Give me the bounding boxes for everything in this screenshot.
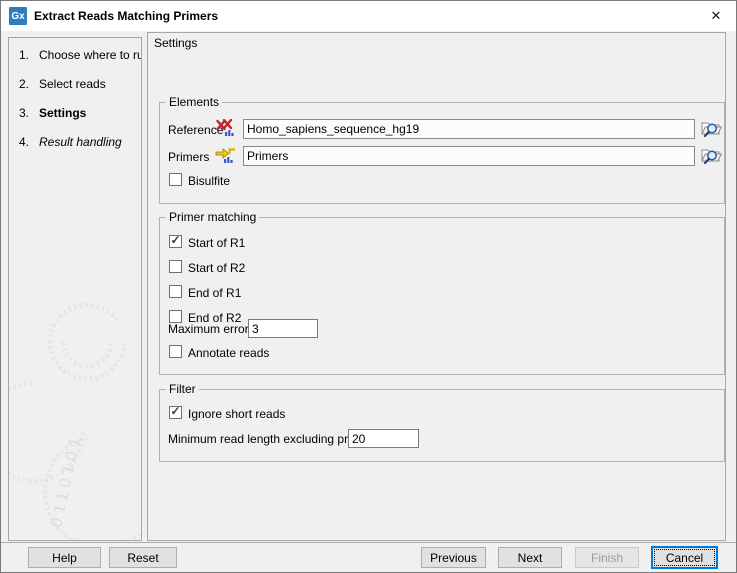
checkbox-mark: ✓ — [170, 233, 181, 247]
previous-button[interactable]: Previous — [421, 547, 486, 568]
annotate-reads-label: Annotate reads — [188, 346, 270, 360]
maximum-errors-label: Maximum errors — [168, 322, 255, 336]
step-number: 1. — [19, 48, 30, 62]
wizard-step-settings-current: 3. Settings — [9, 106, 141, 120]
primers-icon — [215, 148, 235, 163]
window-title: Extract Reads Matching Primers — [34, 9, 219, 23]
primers-input[interactable] — [243, 146, 695, 166]
svg-text:0110101: 0110101 — [48, 431, 85, 529]
cancel-button[interactable]: Cancel — [651, 546, 718, 569]
ignore-short-reads-checkbox[interactable]: ✓ — [169, 404, 182, 419]
step-number: 2. — [19, 77, 30, 91]
reference-sequence-icon — [216, 119, 234, 136]
wizard-steps-sidebar: 1. Choose where to run 2. Select reads 3… — [8, 37, 142, 541]
wizard-step-select-reads: 2. Select reads — [9, 77, 141, 91]
primers-browse-button[interactable] — [699, 145, 723, 165]
folder-search-icon — [701, 149, 722, 165]
primer-matching-group-title: Primer matching — [166, 210, 260, 224]
start-of-r2-label: Start of R2 — [188, 261, 246, 275]
primer-matching-groupbox: Primer matching ✓ Start of R1 Start of R… — [159, 210, 725, 375]
reset-button[interactable]: Reset — [109, 547, 177, 568]
filter-group-title: Filter — [166, 382, 199, 396]
primers-label: Primers — [168, 150, 210, 164]
step-number: 4. — [19, 135, 30, 149]
app-logo-icon: Gx — [9, 7, 27, 25]
end-of-r1-checkbox[interactable] — [169, 285, 182, 298]
settings-panel: Settings Elements Reference Homo_sapiens… — [147, 32, 726, 541]
next-button[interactable]: Next — [498, 547, 562, 568]
annotate-reads-checkbox[interactable] — [169, 345, 182, 358]
maximum-errors-input[interactable] — [248, 319, 318, 338]
start-of-r1-checkbox[interactable]: ✓ — [169, 233, 182, 248]
svg-text:100110100111010010110100101101: 1001101001110100101101001011010011101 — [8, 280, 114, 369]
step-label: Result handling — [39, 135, 122, 149]
panel-title: Settings — [154, 36, 198, 50]
reference-input[interactable] — [243, 119, 695, 139]
min-read-length-input[interactable] — [348, 429, 419, 448]
reference-browse-button[interactable] — [699, 118, 723, 138]
end-of-r1-label: End of R1 — [188, 286, 242, 300]
svg-text:100110100111010010110100101101: 1001101001110100101101001011010011101 — [47, 302, 127, 382]
folder-search-icon — [701, 122, 722, 138]
window-titlebar[interactable]: Gx Extract Reads Matching Primers ✕ — [1, 1, 736, 31]
footer-divider — [1, 542, 736, 543]
filter-groupbox: Filter ✓ Ignore short reads Minimum read… — [159, 382, 725, 462]
step-label: Settings — [39, 106, 87, 120]
close-icon[interactable]: ✕ — [696, 1, 736, 31]
wizard-step-choose-where-to-run: 1. Choose where to run — [9, 48, 141, 62]
checkbox-mark: ✓ — [170, 404, 181, 418]
step-number: 3. — [19, 106, 30, 120]
svg-text:011010010110100111010010110100: 0110100101101001110100101101001011010010… — [8, 380, 86, 484]
bisulfite-label: Bisulfite — [188, 174, 231, 188]
finish-button: Finish — [575, 547, 639, 568]
start-of-r1-label: Start of R1 — [188, 236, 246, 250]
elements-group-title: Elements — [166, 95, 223, 109]
elements-groupbox: Elements Reference Homo_sapiens_sequence… — [159, 95, 725, 204]
svg-text:101101001011010011101001011010: 1011010010110100111010010110100101101001… — [42, 434, 142, 541]
ignore-short-reads-label: Ignore short reads — [188, 407, 286, 421]
step-label: Choose where to run — [39, 48, 142, 62]
dialog-window: Gx Extract Reads Matching Primers ✕ 1. C… — [0, 0, 737, 573]
bisulfite-checkbox[interactable] — [169, 173, 182, 186]
wizard-step-result-handling: 4. Result handling — [9, 135, 141, 149]
step-label: Select reads — [39, 77, 106, 91]
help-button[interactable]: Help — [28, 547, 101, 568]
min-read-length-label: Minimum read length excluding primer — [168, 432, 372, 446]
binary-spiral-watermark: 1001101001110100101101001011010011101 10… — [8, 280, 142, 541]
start-of-r2-checkbox[interactable] — [169, 260, 182, 273]
